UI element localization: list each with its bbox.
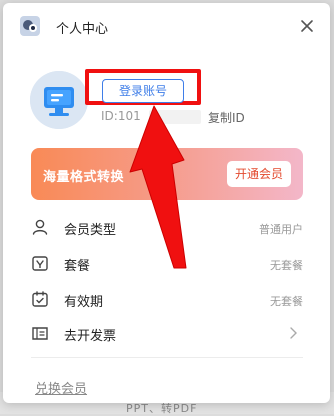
menu-item-membership-type[interactable]: 会员类型 普通用户 [31, 215, 303, 241]
menu-item-label: 有效期 [64, 295, 104, 310]
menu-item-value: 普通用户 [259, 223, 303, 236]
menu-item-invoice[interactable]: 去开发票 [31, 321, 303, 347]
redeem-vip-link[interactable]: 兑换会员 [35, 378, 87, 397]
app-logo-icon [20, 16, 40, 36]
avatar [30, 71, 88, 129]
menu-item-label: 去开发票 [64, 329, 117, 344]
copy-id-link[interactable]: 复制ID [208, 109, 245, 126]
menu-item-package[interactable]: 套餐 无套餐 [31, 251, 303, 277]
vip-promo-banner: 海量格式转换 开通会员 [31, 148, 303, 200]
login-account-button[interactable]: 登录账号 [102, 79, 184, 103]
menu-item-value: 无套餐 [270, 259, 303, 272]
monitor-avatar-icon [30, 71, 88, 129]
divider [31, 357, 303, 358]
user-id-label: ID:101 [101, 109, 141, 123]
package-icon [32, 256, 48, 271]
menu-item-value: 无套餐 [270, 295, 303, 308]
titlebar: 个人中心 [3, 3, 330, 47]
menu-item-validity[interactable]: 有效期 无套餐 [31, 287, 303, 313]
open-vip-button[interactable]: 开通会员 [226, 161, 291, 187]
invoice-icon [32, 327, 48, 340]
user-id-redacted [149, 110, 201, 124]
chevron-right-icon [290, 327, 297, 339]
user-icon [32, 219, 48, 235]
menu-item-label: 套餐 [64, 259, 91, 274]
menu-item-label: 会员类型 [64, 223, 117, 238]
calendar-icon [32, 291, 48, 307]
window-title: 个人中心 [56, 22, 109, 37]
personal-center-panel: 个人中心 登录账号 ID:101 复制ID 海量格式转换 开通会员 会员类型 普… [3, 3, 330, 403]
banner-text: 海量格式转换 [43, 170, 125, 185]
close-icon[interactable] [298, 17, 316, 35]
